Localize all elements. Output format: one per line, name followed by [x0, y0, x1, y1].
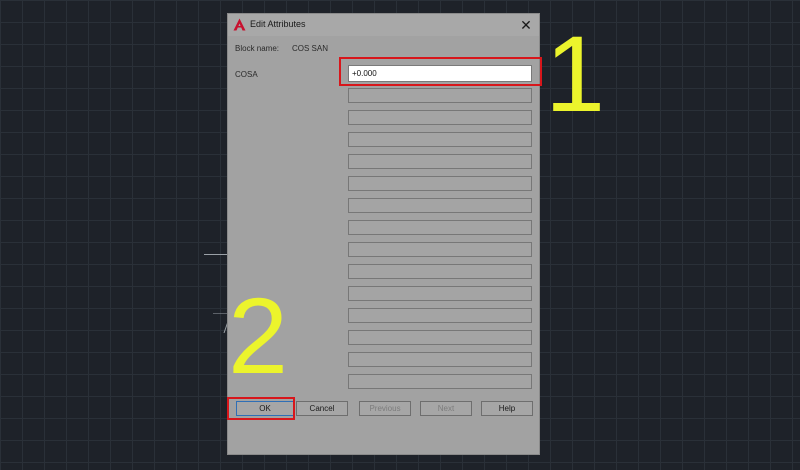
- close-icon[interactable]: ✕: [517, 16, 535, 34]
- empty-attribute-field[interactable]: [348, 176, 532, 191]
- step-number-1: 1: [545, 13, 606, 134]
- cad-line-entity: [204, 254, 228, 255]
- help-button[interactable]: Help: [481, 401, 533, 416]
- empty-attribute-field[interactable]: [348, 110, 532, 125]
- empty-attribute-field[interactable]: [348, 352, 532, 367]
- empty-attribute-field[interactable]: [348, 220, 532, 235]
- block-name-value: COS SAN: [292, 44, 329, 53]
- dialog-title: Edit Attributes: [250, 19, 306, 29]
- autocad-logo-icon: [233, 18, 246, 31]
- cancel-button[interactable]: Cancel: [296, 401, 348, 416]
- attribute-value-input[interactable]: [348, 65, 532, 82]
- empty-attribute-field[interactable]: [348, 242, 532, 257]
- step-number-2: 2: [228, 275, 289, 396]
- next-button[interactable]: Next: [420, 401, 472, 416]
- empty-attribute-field[interactable]: [348, 154, 532, 169]
- empty-attribute-field[interactable]: [348, 374, 532, 389]
- ok-button[interactable]: OK: [236, 401, 294, 416]
- empty-attribute-field[interactable]: [348, 88, 532, 103]
- dialog-titlebar[interactable]: Edit Attributes ✕: [228, 14, 539, 36]
- empty-attribute-field[interactable]: [348, 330, 532, 345]
- empty-attribute-field[interactable]: [348, 198, 532, 213]
- empty-attribute-field[interactable]: [348, 132, 532, 147]
- empty-attribute-field[interactable]: [348, 308, 532, 323]
- empty-attribute-field[interactable]: [348, 264, 532, 279]
- attribute-tag-label: COSA: [235, 70, 258, 79]
- empty-attribute-field[interactable]: [348, 286, 532, 301]
- previous-button[interactable]: Previous: [359, 401, 411, 416]
- block-name-label: Block name:: [235, 44, 280, 53]
